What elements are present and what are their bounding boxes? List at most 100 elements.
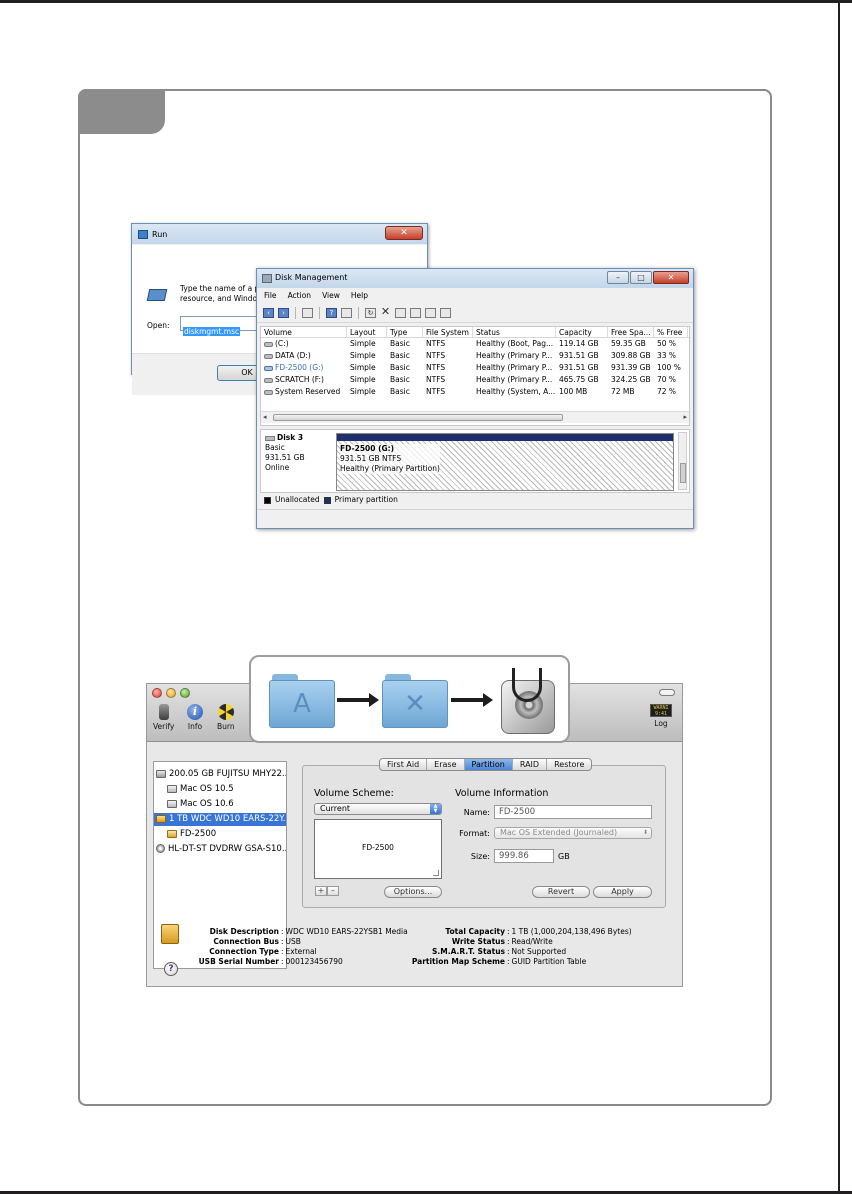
log-button[interactable]: WARNI 9:41 Log xyxy=(650,704,672,728)
menu-help[interactable]: Help xyxy=(351,289,368,303)
sidebar-item-mac-os-10-6[interactable]: Mac OS 10.6 xyxy=(167,798,286,811)
table-row[interactable]: DATA (D:) Simple Basic NTFS Healthy (Pri… xyxy=(261,350,689,362)
col-volume[interactable]: Volume xyxy=(261,327,347,337)
table-cell: Healthy (Primary P... xyxy=(476,363,553,372)
col-layout[interactable]: Layout xyxy=(347,327,387,337)
table-cell: 931.51 GB xyxy=(559,363,599,372)
info-key: Disk Description xyxy=(209,927,279,936)
run-open-label: Open: xyxy=(147,321,170,330)
run-open-value: diskmgmt.msc xyxy=(183,327,241,336)
search-icon[interactable] xyxy=(425,308,436,318)
drive-icon xyxy=(264,365,273,371)
tab-restore[interactable]: Restore xyxy=(547,759,591,770)
volume-scheme-select[interactable]: Current ▲ ▼ xyxy=(314,803,442,815)
tab-partition[interactable]: Partition xyxy=(464,759,513,770)
sidebar-item-fd-2500[interactable]: FD-2500 xyxy=(167,828,286,841)
table-row-selected[interactable]: FD-2500 (G:) Simple Basic NTFS Healthy (… xyxy=(261,362,689,374)
info-button[interactable]: i Info xyxy=(187,704,203,731)
info-key: Connection Type xyxy=(209,947,279,956)
sidebar-item-fujitsu[interactable]: 200.05 GB FUJITSU MHY22... xyxy=(156,768,286,781)
table-row[interactable]: SCRATCH (F:) Simple Basic NTFS Healthy (… xyxy=(261,374,689,386)
open-icon[interactable] xyxy=(395,308,406,318)
resize-handle-icon[interactable] xyxy=(433,870,439,876)
disk-management-window: Disk Management – □ ✕ File Action View H… xyxy=(256,268,694,529)
partition-layout-box[interactable]: FD-2500 xyxy=(314,819,442,879)
scrollbar-thumb[interactable] xyxy=(273,414,563,421)
minimize-button[interactable]: – xyxy=(607,271,629,284)
toolbar-toggle-button[interactable] xyxy=(659,689,675,696)
tab-first-aid[interactable]: First Aid xyxy=(380,759,428,770)
refresh-icon[interactable]: ↻ xyxy=(365,308,376,318)
console-tree-icon[interactable] xyxy=(302,308,313,318)
run-close-button[interactable]: ✕ xyxy=(385,226,423,240)
col-capacity[interactable]: Capacity xyxy=(556,327,608,337)
vertical-scrollbar[interactable] xyxy=(678,432,687,490)
disk-name: Disk 3 xyxy=(277,433,304,442)
tab-raid[interactable]: RAID xyxy=(513,759,548,770)
delete-icon[interactable]: ✕ xyxy=(380,306,391,318)
help-button[interactable]: ? xyxy=(164,962,178,976)
maximize-button[interactable]: □ xyxy=(630,271,652,284)
applications-glyph: A xyxy=(293,689,311,719)
name-field[interactable]: FD-2500 xyxy=(494,805,652,819)
info-key: Partition Map Scheme xyxy=(411,957,505,966)
unallocated-swatch xyxy=(264,496,271,504)
back-arrow-icon[interactable]: ‹ xyxy=(263,308,274,318)
info-icon: i xyxy=(187,704,203,720)
explore-icon[interactable] xyxy=(410,308,421,318)
applications-folder-icon: A xyxy=(269,674,335,728)
apply-button[interactable]: Apply xyxy=(593,886,652,898)
col-file-system[interactable]: File System xyxy=(423,327,473,337)
sidebar-item-dvd[interactable]: HL-DT-ST DVDRW GSA-S10... xyxy=(156,843,286,856)
settings-icon[interactable] xyxy=(440,308,451,318)
col-free-space[interactable]: Free Spa... xyxy=(608,327,654,337)
disk-info[interactable]: Disk 3 Basic 931.51 GB Online xyxy=(265,433,333,473)
scroll-right-icon[interactable]: ▸ xyxy=(683,413,687,421)
close-window-button[interactable] xyxy=(152,688,162,698)
sidebar-item-wdc[interactable]: 1 TB WDC WD10 EARS-22Y... xyxy=(154,813,286,826)
table-cell: 324.25 GB xyxy=(611,375,651,384)
tab-erase[interactable]: Erase xyxy=(427,759,465,770)
add-partition-button[interactable]: + xyxy=(315,886,327,896)
zoom-window-button[interactable] xyxy=(180,688,190,698)
table-cell: 72 % xyxy=(657,387,677,396)
burn-button[interactable]: Burn xyxy=(217,704,235,731)
toolbar-separator xyxy=(358,307,359,319)
partition-block[interactable]: FD-2500 (G:) 931.51 GB NTFS Healthy (Pri… xyxy=(336,433,674,491)
table-cell: Basic xyxy=(390,351,410,360)
col-status[interactable]: Status xyxy=(473,327,556,337)
menu-action[interactable]: Action xyxy=(288,289,312,303)
table-cell: 72 MB xyxy=(611,387,635,396)
verify-button[interactable]: Verify xyxy=(153,704,174,731)
table-row[interactable]: (C:) Simple Basic NTFS Healthy (Boot, Pa… xyxy=(261,338,689,350)
scrollbar-thumb[interactable] xyxy=(680,463,686,483)
drive-icon xyxy=(264,389,273,395)
remove-partition-button[interactable]: – xyxy=(327,886,339,896)
revert-button[interactable]: Revert xyxy=(532,886,590,898)
menu-file[interactable]: File xyxy=(264,289,277,303)
drive-icon xyxy=(264,341,273,347)
options-button[interactable]: Options... xyxy=(384,886,442,898)
scroll-left-icon[interactable]: ◂ xyxy=(263,413,267,421)
table-cell: 931.39 GB xyxy=(611,363,651,372)
size-field[interactable]: 999.86 xyxy=(494,849,554,863)
table-cell: SCRATCH (F:) xyxy=(275,375,324,384)
sidebar-item-mac-os-10-5[interactable]: Mac OS 10.5 xyxy=(167,783,286,796)
run-title: Run xyxy=(152,229,168,239)
format-select[interactable]: Mac OS Extended (Journaled) ⬍ xyxy=(494,827,652,839)
log-label: Log xyxy=(654,719,668,728)
col-percent-free[interactable]: % Free xyxy=(654,327,688,337)
table-cell: Healthy (Primary P... xyxy=(476,351,553,360)
properties-icon[interactable] xyxy=(341,308,352,318)
table-row[interactable]: System Reserved Simple Basic NTFS Health… xyxy=(261,386,689,398)
close-button[interactable]: ✕ xyxy=(653,271,689,284)
format-value: Mac OS Extended (Journaled) xyxy=(500,828,618,837)
table-cell: 59.35 GB xyxy=(611,339,646,348)
col-type[interactable]: Type xyxy=(387,327,423,337)
forward-arrow-icon[interactable]: › xyxy=(278,308,289,318)
minimize-window-button[interactable] xyxy=(166,688,176,698)
menu-view[interactable]: View xyxy=(322,289,340,303)
help-icon[interactable]: ? xyxy=(326,308,337,318)
horizontal-scrollbar[interactable]: ◂ ▸ xyxy=(261,411,689,423)
table-cell: System Reserved xyxy=(275,387,341,396)
